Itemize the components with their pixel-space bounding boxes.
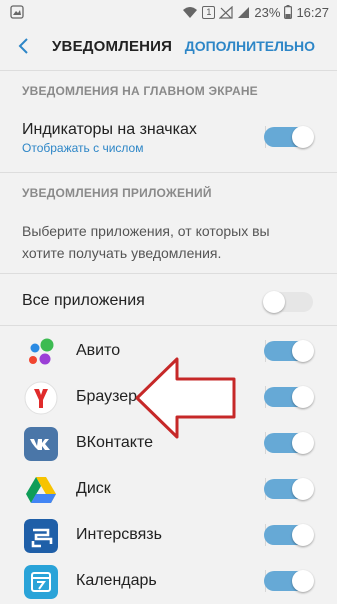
intersvyaz-icon bbox=[24, 519, 58, 553]
app-label: Диск bbox=[76, 480, 111, 497]
vk-icon bbox=[24, 427, 58, 461]
divider bbox=[0, 273, 337, 274]
badge-indicators-toggle[interactable] bbox=[264, 126, 314, 148]
divider bbox=[0, 172, 337, 173]
section-description: Выберите приложения, от которых вы хотит… bbox=[22, 223, 270, 261]
battery-percent: 23% bbox=[254, 4, 281, 20]
wifi-icon bbox=[183, 6, 198, 18]
section-heading-home: УВЕДОМЛЕНИЯ НА ГЛАВНОМ ЭКРАНЕ bbox=[22, 84, 258, 98]
app-bar: УВЕДОМЛЕНИЯ ДОПОЛНИТЕЛЬНО bbox=[0, 24, 337, 68]
avito-icon bbox=[24, 335, 58, 369]
google-drive-icon bbox=[24, 473, 58, 507]
app-label: Браузер bbox=[76, 388, 138, 405]
divider bbox=[0, 70, 337, 71]
app-toggle-intersvyaz[interactable] bbox=[264, 524, 314, 546]
more-settings-button[interactable]: ДОПОЛНИТЕЛЬНО bbox=[185, 38, 315, 54]
badge-indicators-subtitle: Отображать с числом bbox=[22, 141, 144, 155]
app-toggle-avito[interactable] bbox=[264, 340, 314, 362]
calendar-icon bbox=[24, 565, 58, 599]
all-apps-toggle[interactable] bbox=[263, 291, 313, 313]
app-label: Интерсвязь bbox=[76, 526, 162, 543]
yandex-browser-icon bbox=[24, 381, 58, 415]
notification-count-badge: 1 bbox=[202, 5, 216, 19]
signal-off-icon bbox=[219, 5, 234, 19]
back-arrow-icon[interactable] bbox=[14, 36, 34, 56]
app-row-calendar[interactable]: Календарь bbox=[0, 558, 337, 604]
app-toggle-disk[interactable] bbox=[264, 478, 314, 500]
badge-indicators-title: Индикаторы на значках bbox=[22, 121, 197, 138]
signal-icon bbox=[238, 6, 250, 18]
battery-icon bbox=[284, 5, 293, 19]
clock: 16:27 bbox=[296, 4, 329, 20]
section-heading-apps: УВЕДОМЛЕНИЯ ПРИЛОЖЕНИЙ bbox=[22, 186, 212, 200]
app-toggle-vkontakte[interactable] bbox=[264, 432, 314, 454]
page-title: УВЕДОМЛЕНИЯ bbox=[52, 38, 173, 55]
app-row-disk[interactable]: Диск bbox=[0, 466, 337, 512]
app-label: Авито bbox=[76, 342, 121, 359]
app-label: Календарь bbox=[76, 572, 157, 589]
app-toggle-browser[interactable] bbox=[264, 386, 314, 408]
annotation-arrow-icon bbox=[135, 357, 236, 439]
image-notification-icon bbox=[10, 5, 24, 19]
all-apps-label: Все приложения bbox=[22, 292, 145, 309]
divider bbox=[0, 325, 337, 326]
app-row-intersvyaz[interactable]: Интерсвязь bbox=[0, 512, 337, 558]
status-bar: 1 23% 16:27 bbox=[0, 0, 337, 24]
app-toggle-calendar[interactable] bbox=[264, 570, 314, 592]
